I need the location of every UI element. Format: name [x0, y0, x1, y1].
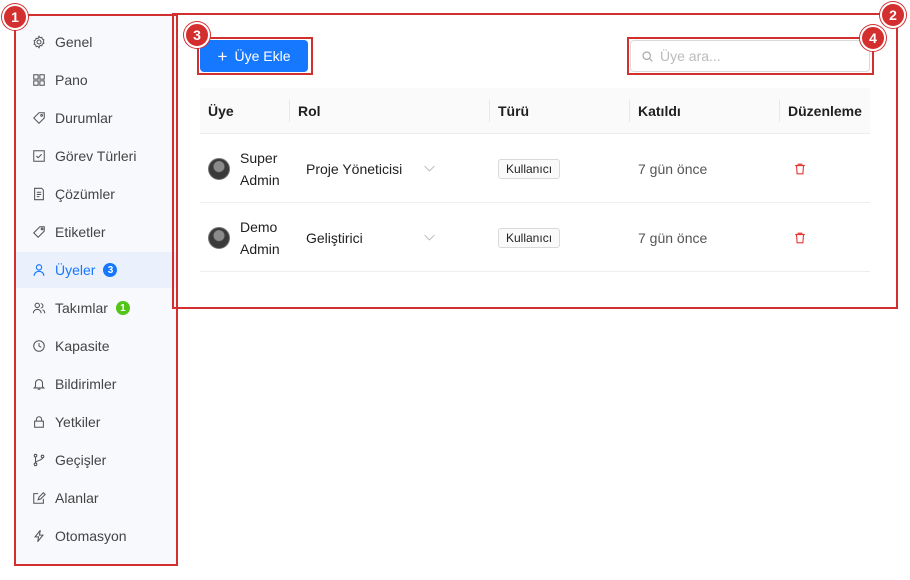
- column-divider: [779, 100, 780, 122]
- member-search[interactable]: [630, 40, 870, 72]
- type-tag: Kullanıcı: [498, 158, 561, 179]
- member-cell: Demo Admin: [208, 203, 280, 272]
- count-badge: 3: [103, 263, 118, 277]
- sidebar-item-durumlar[interactable]: Durumlar: [16, 100, 176, 136]
- table-header: Üye Rol Türü Katıldı Düzenleme: [200, 88, 870, 134]
- sidebar-item-gecisler[interactable]: Geçişler: [16, 442, 176, 478]
- plus-icon: +: [217, 46, 228, 66]
- member-name: Demo Admin: [240, 218, 280, 257]
- team-icon: [32, 301, 46, 315]
- type-tag: Kullanıcı: [498, 227, 561, 248]
- sidebar-item-label: Görev Türleri: [55, 148, 137, 164]
- column-divider: [489, 100, 490, 122]
- role-value: Geliştirici: [306, 229, 363, 246]
- search-input[interactable]: [660, 48, 850, 64]
- chevron-down-icon: [423, 162, 436, 175]
- joined-date: 7 gün önce: [638, 160, 708, 177]
- member-name: Super Admin: [240, 149, 280, 188]
- bell-icon: [32, 377, 46, 391]
- sidebar-item-kapasite[interactable]: Kapasite: [16, 328, 176, 364]
- sidebar-item-label: Geçişler: [55, 452, 107, 468]
- annotation-marker: 2: [880, 2, 906, 28]
- sidebar-item-label: Kapasite: [55, 338, 110, 354]
- sidebar-item-label: Otomasyon: [55, 528, 127, 544]
- sidebar-item-yetkiler[interactable]: Yetkiler: [16, 404, 176, 440]
- role-value: Proje Yöneticisi: [306, 160, 403, 177]
- lock-icon: [32, 415, 46, 429]
- role-dropdown-toggle[interactable]: [423, 134, 436, 203]
- sidebar-item-label: Çözümler: [55, 186, 115, 202]
- label-icon: [32, 225, 46, 239]
- edit-icon: [32, 491, 46, 505]
- dashboard-icon: [32, 73, 46, 87]
- joined-date: 7 gün önce: [638, 229, 708, 246]
- sidebar-item-label: Alanlar: [55, 490, 99, 506]
- members-panel: + Üye Ekle Üye Rol Türü Katıldı Düzenlem…: [176, 16, 896, 308]
- gear-icon: [32, 35, 46, 49]
- column-header-role: Rol: [298, 103, 321, 119]
- settings-sidebar: Genel Pano Durumlar Görev Türleri Çözüml…: [16, 16, 176, 564]
- annotation-marker: 1: [2, 4, 28, 30]
- column-divider: [289, 100, 290, 122]
- sidebar-item-etiketler[interactable]: Etiketler: [16, 214, 176, 250]
- sidebar-item-label: Genel: [55, 34, 93, 50]
- avatar: [208, 157, 230, 180]
- sidebar-item-label: Pano: [55, 72, 88, 88]
- annotation-marker: 3: [184, 22, 210, 48]
- member-cell: Super Admin: [208, 134, 280, 203]
- type-cell: Kullanıcı: [498, 203, 561, 272]
- add-member-button[interactable]: + Üye Ekle: [200, 40, 308, 72]
- sidebar-item-label: Üyeler: [55, 262, 96, 278]
- annotation-marker: 4: [860, 25, 886, 51]
- column-header-member: Üye: [208, 103, 234, 119]
- count-badge: 1: [115, 301, 130, 315]
- column-divider: [629, 100, 630, 122]
- table-row: Super Admin Proje Yöneticisi Kullanıcı 7…: [200, 134, 870, 203]
- sidebar-item-label: Bildirimler: [55, 376, 117, 392]
- sidebar-item-cozumler[interactable]: Çözümler: [16, 176, 176, 212]
- sidebar-item-takimlar[interactable]: Takımlar 1: [16, 290, 176, 326]
- members-table: Üye Rol Türü Katıldı Düzenleme Super Adm…: [200, 88, 870, 272]
- column-header-edit: Düzenleme: [788, 103, 862, 119]
- role-dropdown-toggle[interactable]: [423, 203, 436, 272]
- document-icon: [32, 187, 46, 201]
- add-member-label: Üye Ekle: [234, 48, 291, 64]
- delete-button[interactable]: [793, 203, 807, 272]
- sidebar-item-bildirimler[interactable]: Bildirimler: [16, 366, 176, 402]
- checkbox-icon: [32, 149, 46, 163]
- avatar: [208, 226, 230, 249]
- table-row: Demo Admin Geliştirici Kullanıcı 7 gün ö…: [200, 203, 870, 272]
- tag-icon: [32, 111, 46, 125]
- type-cell: Kullanıcı: [498, 134, 561, 203]
- chevron-down-icon: [423, 231, 436, 244]
- trash-icon: [793, 231, 807, 245]
- user-icon: [32, 263, 46, 277]
- sidebar-item-label: Takımlar: [55, 300, 108, 316]
- sidebar-item-label: Durumlar: [55, 110, 113, 126]
- sidebar-item-otomasyon[interactable]: Otomasyon: [16, 518, 176, 554]
- delete-button[interactable]: [793, 134, 807, 203]
- clock-icon: [32, 339, 46, 353]
- sidebar-item-alanlar[interactable]: Alanlar: [16, 480, 176, 516]
- column-header-joined: Katıldı: [638, 103, 681, 119]
- branch-icon: [32, 453, 46, 467]
- sidebar-item-gorev-turleri[interactable]: Görev Türleri: [16, 138, 176, 174]
- sidebar-item-uyeler[interactable]: Üyeler 3: [16, 252, 176, 288]
- sidebar-item-genel[interactable]: Genel: [16, 24, 176, 60]
- search-icon: [641, 50, 654, 63]
- sidebar-item-label: Etiketler: [55, 224, 106, 240]
- trash-icon: [793, 162, 807, 176]
- column-header-type: Türü: [498, 103, 530, 119]
- sidebar-item-pano[interactable]: Pano: [16, 62, 176, 98]
- sidebar-item-label: Yetkiler: [55, 414, 101, 430]
- lightning-icon: [32, 529, 46, 543]
